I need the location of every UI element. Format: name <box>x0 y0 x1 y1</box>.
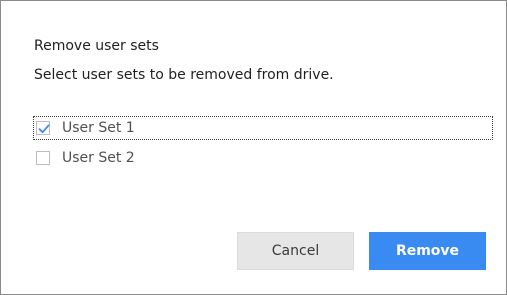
user-set-1-label: User Set 1 <box>62 120 135 136</box>
user-set-2-checkbox[interactable] <box>36 151 50 165</box>
dialog-message: Select user sets to be removed from driv… <box>34 67 334 83</box>
remove-button[interactable]: Remove <box>369 232 486 270</box>
user-set-2-label: User Set 2 <box>62 150 135 166</box>
user-set-list: User Set 1 User Set 2 <box>33 116 493 177</box>
checkmark-icon <box>38 124 50 134</box>
dialog-title: Remove user sets <box>34 38 159 54</box>
cancel-button[interactable]: Cancel <box>237 232 354 270</box>
user-set-1-checkbox[interactable] <box>36 121 50 135</box>
remove-user-sets-dialog: Remove user sets Select user sets to be … <box>0 0 507 295</box>
user-set-item-1[interactable]: User Set 1 <box>33 116 493 140</box>
user-set-item-2[interactable]: User Set 2 <box>34 147 492 169</box>
